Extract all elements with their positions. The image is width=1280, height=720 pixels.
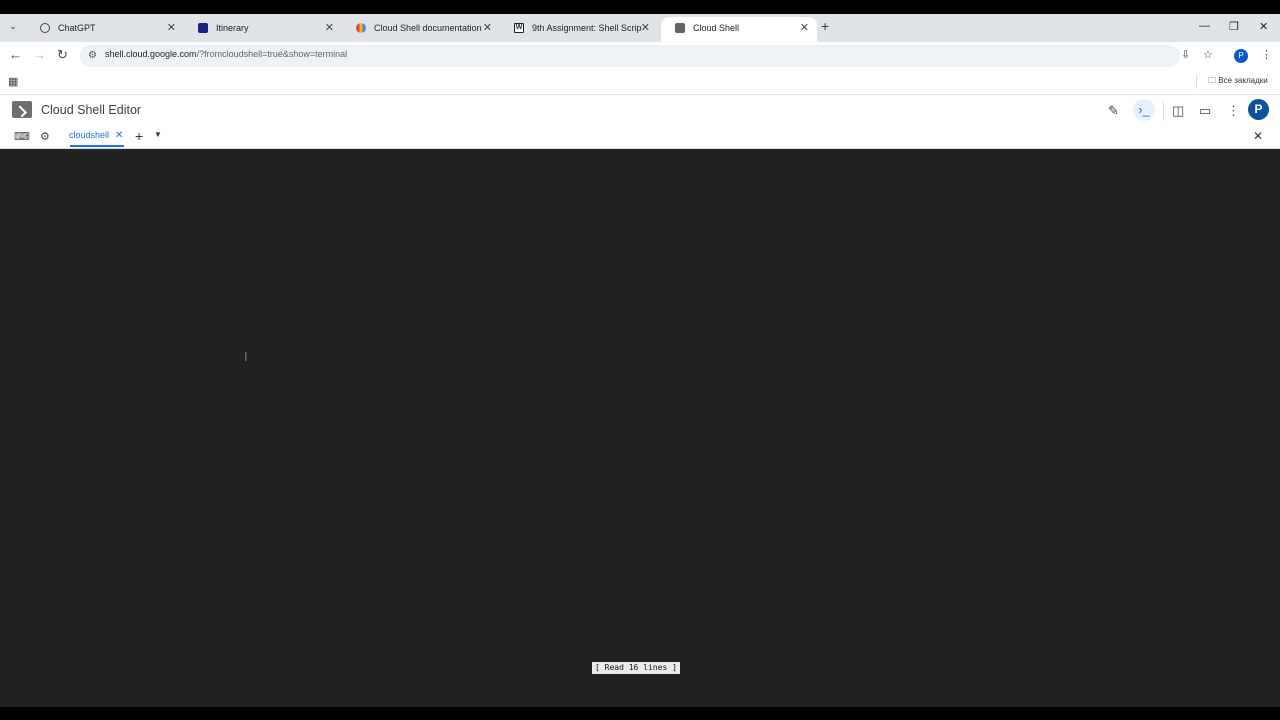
url-text[interactable]: shell.cloud.google.com/?fromcloudshell=t…	[105, 49, 347, 59]
tab-title: 9th Assignment: Shell Scripting	[532, 23, 642, 33]
tab-title: Cloud Shell documentation | G	[374, 23, 484, 33]
settings-gear-icon[interactable]: ⚙	[40, 130, 50, 143]
apps-grid-icon[interactable]: ▦	[8, 75, 18, 88]
chevron-down-icon[interactable]: ▼	[154, 130, 162, 139]
restore-icon[interactable]: ❐	[1229, 20, 1239, 33]
web-preview-icon[interactable]: ◫	[1172, 103, 1184, 119]
bookmarks-bar: ▦ 🗀 Все закладки	[0, 70, 1280, 95]
browser-profile-avatar[interactable]: P	[1234, 49, 1248, 63]
terminal-area[interactable]: I [ Read 16 lines ]	[0, 149, 1280, 707]
close-icon[interactable]: ✕	[325, 17, 334, 39]
all-bookmarks-folder[interactable]: 🗀 Все закладки	[1208, 75, 1268, 89]
forward-arrow-icon[interactable]: →	[33, 47, 46, 62]
close-icon[interactable]: ✕	[641, 17, 650, 39]
bookmarks-separator	[1196, 75, 1197, 89]
browser-tab-itinerary[interactable]: Itinerary ✕	[184, 17, 342, 42]
back-arrow-icon[interactable]: ←	[9, 47, 22, 62]
window-close-icon[interactable]: ✕	[1259, 20, 1268, 33]
itinerary-icon	[198, 23, 208, 33]
minimize-icon[interactable]: —	[1199, 20, 1210, 32]
close-icon[interactable]: ✕	[167, 17, 176, 39]
tab-title: Itinerary	[216, 23, 249, 33]
google-cloud-icon	[356, 23, 366, 33]
cloud-shell-icon	[675, 23, 685, 33]
status-message: [ Read 16 lines ]	[592, 662, 680, 674]
terminal-icon[interactable]: ›_	[1133, 99, 1155, 121]
folder-icon: 🗀	[1208, 76, 1216, 85]
browser-tab-cloud-shell-docs[interactable]: Cloud Shell documentation | G ✕	[342, 17, 500, 42]
wikipedia-icon: W	[514, 23, 524, 33]
browser-tab-shell-scripting[interactable]: W 9th Assignment: Shell Scripting ✕	[500, 17, 658, 42]
screen-top-edge	[0, 0, 1280, 14]
tab-search-chevron-icon[interactable]: ⌄	[6, 19, 20, 33]
new-tab-plus-icon[interactable]: +	[821, 18, 829, 34]
url-host: shell.cloud.google.com	[105, 49, 197, 59]
screen-bottom-edge	[0, 707, 1280, 720]
bookmark-star-icon[interactable]: ☆	[1203, 48, 1213, 61]
cloud-shell-header: Cloud Shell Editor ✎ ›_ ◫ ▭ ⋮ P	[0, 95, 1280, 128]
page-title: Cloud Shell Editor	[41, 103, 142, 117]
chatgpt-icon	[40, 23, 50, 33]
add-terminal-plus-icon[interactable]: +	[135, 128, 143, 144]
close-icon[interactable]: ✕	[800, 17, 809, 39]
tab-title: ChatGPT	[58, 23, 96, 33]
browser-toolbar: ← → ↻ ⚙ shell.cloud.google.com/?fromclou…	[0, 42, 1280, 70]
browser-tab-chatgpt[interactable]: ChatGPT ✕	[26, 17, 184, 42]
all-bookmarks-label: Все закладки	[1218, 76, 1268, 85]
header-divider	[1163, 101, 1164, 121]
text-cursor-icon: I	[244, 349, 248, 364]
reload-icon[interactable]: ↻	[57, 47, 68, 63]
site-settings-icon[interactable]: ⚙	[88, 50, 97, 61]
close-icon[interactable]: ✕	[483, 17, 492, 39]
terminal-tab-bar: ⌨ ⚙ cloudshell ✕ + ▼ ✕	[0, 127, 1280, 149]
tab-title: Cloud Shell	[693, 23, 740, 33]
browser-tab-cloud-shell[interactable]: Cloud Shell ✕	[661, 17, 817, 42]
account-avatar[interactable]: P	[1248, 99, 1269, 120]
cloud-shell-logo-icon	[12, 101, 32, 118]
tab-cloudshell[interactable]: cloudshell	[69, 130, 109, 140]
layout-panel-icon[interactable]: ▭	[1199, 103, 1211, 119]
keyboard-icon[interactable]: ⌨	[14, 130, 30, 143]
close-icon[interactable]: ✕	[115, 130, 123, 141]
chrome-menu-icon[interactable]: ⋮	[1261, 48, 1272, 61]
active-tab-indicator	[70, 145, 124, 147]
install-app-icon[interactable]: ⇩	[1181, 48, 1190, 61]
open-editor-pencil-icon[interactable]: ✎	[1108, 103, 1119, 119]
browser-tab-strip: ⌄ ChatGPT ✕ Itinerary ✕ Cloud Shell docu…	[0, 14, 1280, 42]
url-path: /?fromcloudshell=true&show=terminal	[196, 49, 348, 59]
address-bar[interactable]: ⚙ shell.cloud.google.com/?fromcloudshell…	[80, 45, 1180, 67]
close-terminal-icon[interactable]: ✕	[1253, 129, 1263, 143]
more-options-icon[interactable]: ⋮	[1227, 103, 1240, 119]
